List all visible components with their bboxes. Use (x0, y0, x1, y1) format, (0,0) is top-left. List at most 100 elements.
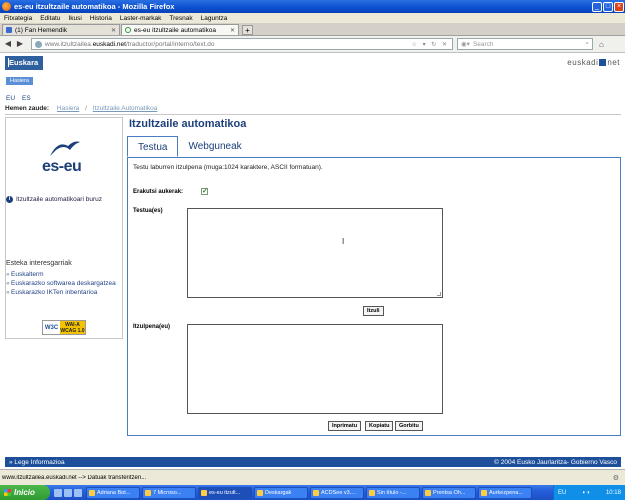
translation-output[interactable] (187, 324, 443, 414)
legal-info-link[interactable]: » Lege Informazioa (9, 459, 494, 466)
about-translator-text: Itzultzaile automatikoari buruz (16, 196, 102, 203)
translation-description: Testu laburren itzulpena (muga:1024 kara… (133, 164, 323, 171)
lang-eu-link[interactable]: EU (6, 95, 15, 102)
url-bar[interactable]: www.itzultzailea.euskadi.net/traductor/p… (31, 38, 453, 50)
search-bar[interactable]: ◉▾ Search ⌕ (457, 38, 593, 50)
page-title: Itzultzaile automatikoa (129, 118, 247, 130)
taskbar-item[interactable]: ACDSee v3.... (310, 486, 364, 499)
clock: 10:18 (605, 489, 621, 496)
forward-button[interactable]: ▶ (15, 39, 25, 49)
translation-output-label: Itzulpena(eu) (133, 324, 170, 330)
start-button[interactable]: Inicio (0, 485, 50, 500)
new-tab-button[interactable]: + (242, 25, 253, 35)
status-bar: www.itzultzailea.euskadi.net --> Datuak … (0, 469, 625, 485)
w3c-wai-badge[interactable]: W3C WAI-A WCAG 1.0 (42, 320, 86, 335)
euskara-logo[interactable]: Euskara (5, 56, 43, 70)
taskbar-item-firefox[interactable]: es-eu itzult... (198, 486, 252, 499)
taskbar-item[interactable]: Prentsa Oh... (422, 486, 476, 499)
input-language[interactable]: EU (558, 490, 566, 496)
menu-bookmarks[interactable]: Laster-markak (120, 15, 162, 22)
resize-grip-icon[interactable] (437, 292, 441, 296)
page-content: Euskara euskadi net Hasiera EU ES Hemen z… (0, 54, 625, 469)
tab-webguneak[interactable]: Webguneak (178, 136, 251, 157)
tab-label: es-eu itzultzaile automatikoa (134, 26, 217, 34)
breadcrumb: Hemen zaude: Hasiera / Itzultzaile Autom… (5, 105, 157, 112)
print-button[interactable]: Inprimatu (328, 421, 362, 431)
info-icon: i (6, 196, 13, 203)
bird-swoosh-icon (50, 141, 80, 156)
page-footer: » Lege Informazioa © 2004 Eusko Jaurlari… (5, 457, 621, 467)
menu-file[interactable]: Fitxategia (4, 15, 32, 22)
interest-links-title: Esteka interesgarriak (6, 260, 72, 267)
url-bar-icons[interactable]: ☆ ▾ ↻ ✕ (412, 41, 449, 48)
link-ikt-inventory[interactable]: Euskarazko IKTen inbentarioa (6, 289, 122, 297)
tab-testua[interactable]: Testua (127, 136, 179, 157)
show-options-label: Erakutsi aukerak: (133, 188, 184, 195)
menu-bar: Fitxategia Editatu Ikusi Historia Laster… (0, 13, 625, 23)
addon-gear-icon[interactable]: ⚙ (613, 474, 619, 482)
browser-tab-facebook[interactable]: (1) Fan Hemendik ✕ (2, 24, 120, 35)
search-icon[interactable]: ⌕ (585, 40, 589, 48)
menu-edit[interactable]: Editatu (40, 15, 60, 22)
home-icon[interactable]: ⌂ (599, 40, 604, 49)
translation-panel: Testu laburren itzulpena (muga:1024 kara… (127, 157, 621, 436)
menu-history[interactable]: Historia (90, 15, 112, 22)
search-engine-icon[interactable]: ◉▾ (461, 40, 470, 48)
quick-launch-icon[interactable] (64, 488, 72, 497)
text-cursor-icon: I (342, 237, 345, 246)
taskbar-item[interactable]: Adriana Bot... (86, 486, 140, 499)
wai-badge: WAI-A WCAG 1.0 (60, 321, 85, 334)
search-placeholder: Search (472, 40, 494, 48)
link-euskalterm[interactable]: Euskalterm (6, 271, 122, 279)
breadcrumb-divider (5, 114, 621, 115)
w3c-logo: W3C (43, 321, 60, 334)
es-eu-logo-text: es-eu (42, 158, 82, 175)
taskbar-item[interactable]: 7 Microso... (142, 486, 196, 499)
navigation-bar: ◀ ▶ www.itzultzailea.euskadi.net/traduct… (0, 36, 625, 53)
quick-launch-icon[interactable] (74, 488, 82, 497)
tray-icons[interactable]: ◐◑ (583, 490, 590, 496)
close-button[interactable]: × (614, 1, 624, 12)
taskbar-item[interactable]: Deskargak (254, 486, 308, 499)
show-options-checkbox[interactable] (201, 187, 209, 195)
firefox-icon (2, 2, 11, 11)
breadcrumb-home-link[interactable]: Hasiera (57, 105, 79, 112)
facebook-icon (6, 27, 12, 33)
copy-button[interactable]: Kopiatu (365, 421, 394, 431)
taskbar-item[interactable]: Sin título -... (366, 486, 420, 499)
save-button[interactable]: Gorbitu (395, 421, 423, 431)
wcag-version: WCAG 1.0 (60, 328, 85, 334)
sidebar: es-eu i Itzultzaile automatikoari buruz … (5, 117, 123, 339)
url-prefix: www.itzultzailea. (45, 40, 93, 48)
legal-info-text: Lege Informazioa (14, 458, 65, 466)
link-software-download[interactable]: Euskarazko softwarea deskargatzea (6, 280, 122, 288)
copyright-text: © 2004 Eusko Jaurlaritza- Gobierno Vasco (494, 458, 617, 466)
breadcrumb-separator: / (85, 105, 87, 112)
menu-help[interactable]: Laguntza (201, 15, 228, 22)
site-identity-icon (35, 40, 42, 48)
euskadi-logo-square (599, 59, 607, 67)
quick-launch-icon[interactable] (54, 488, 62, 497)
back-button[interactable]: ◀ (3, 39, 13, 49)
euskara-logo-text: Euskara (8, 58, 39, 67)
show-options-row: Erakutsi aukerak: (133, 187, 209, 195)
breadcrumb-current[interactable]: Itzultzaile Automatikoa (93, 105, 158, 112)
url-text: www.itzultzailea.euskadi.net/traductor/p… (45, 41, 412, 48)
euskadi-net-logo[interactable]: euskadi net (567, 58, 620, 67)
tab-close-icon[interactable]: ✕ (230, 27, 235, 34)
home-link-button[interactable]: Hasiera (6, 77, 33, 85)
quick-launch (54, 488, 84, 497)
minimize-button[interactable]: _ (592, 1, 602, 12)
tab-label: (1) Fan Hemendik (15, 26, 68, 34)
window-title: es-eu itzultzaile automatikoa - Mozilla … (14, 2, 175, 11)
maximize-button[interactable]: □ (603, 1, 613, 12)
browser-tab-translator[interactable]: es-eu itzultzaile automatikoa ✕ (121, 24, 239, 35)
lang-es-link[interactable]: ES (22, 95, 31, 102)
menu-view[interactable]: Ikusi (68, 15, 81, 22)
translate-button[interactable]: Itzuli (363, 306, 384, 316)
taskbar-item[interactable]: Aurkezpena... (478, 486, 532, 499)
about-translator-link[interactable]: i Itzultzaile automatikoari buruz (6, 196, 122, 203)
tab-close-icon[interactable]: ✕ (111, 27, 116, 34)
menu-tools[interactable]: Tresnak (169, 15, 192, 22)
source-text-input[interactable]: I (187, 208, 443, 298)
